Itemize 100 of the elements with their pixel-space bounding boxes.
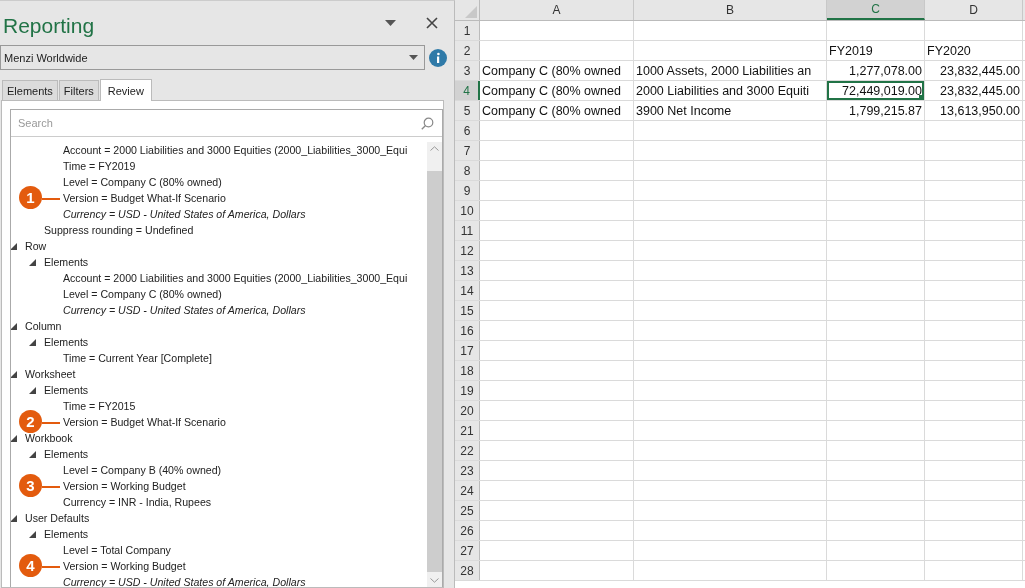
row-header[interactable]: 18 — [455, 361, 480, 380]
tree-item[interactable]: Elements — [44, 336, 89, 348]
row-header[interactable]: 14 — [455, 281, 480, 300]
tree-item[interactable]: Level = Company B (40% owned) — [63, 464, 222, 476]
row-header[interactable]: 10 — [455, 201, 480, 220]
row-header[interactable]: 20 — [455, 401, 480, 420]
leader-line — [42, 566, 60, 568]
tree-item[interactable]: Currency = USD - United States of America, Dollars — [63, 208, 306, 220]
expand-arrow-icon[interactable] — [29, 338, 36, 346]
table-cell[interactable]: 1,277,078.00 — [827, 61, 924, 80]
tree-item[interactable]: Column — [25, 320, 62, 332]
caret-icon — [409, 55, 418, 60]
close-icon[interactable] — [426, 17, 438, 29]
tree-item[interactable]: Account = 2000 Liabilities and 3000 Equities (2000_Liabilities_3000_Equi — [63, 144, 408, 156]
row-header[interactable]: 16 — [455, 321, 480, 340]
expand-arrow-icon[interactable] — [11, 322, 17, 330]
tree-item[interactable]: Time = FY2019 — [63, 160, 136, 172]
tree-item[interactable]: Elements — [44, 448, 89, 460]
tab[interactable]: Review — [99, 79, 152, 101]
row-header[interactable]: 24 — [455, 481, 480, 500]
tree-item[interactable]: User Defaults — [25, 512, 90, 524]
expand-arrow-icon[interactable] — [29, 258, 36, 266]
row-header[interactable]: 17 — [455, 341, 480, 360]
row-header[interactable]: 9 — [455, 181, 480, 200]
tree-item[interactable]: Version = Budget What-If Scenario — [63, 416, 226, 428]
search-field[interactable]: Search — [16, 116, 421, 130]
tree-item[interactable]: Version = Working Budget — [63, 480, 186, 492]
row-header[interactable]: 2 — [455, 41, 480, 60]
table-cell[interactable]: 23,832,445.00 — [925, 61, 1022, 80]
row-header[interactable]: 26 — [455, 521, 480, 540]
row-header[interactable]: 21 — [455, 421, 480, 440]
table-cell[interactable]: 72,449,019.00 — [827, 81, 924, 100]
tree-item[interactable]: Elements — [44, 384, 89, 396]
leader-line — [42, 486, 60, 488]
row-header[interactable]: 13 — [455, 261, 480, 280]
tree-item[interactable]: Level = Total Company — [63, 544, 171, 556]
table-cell[interactable]: 1000 Assets, 2000 Liabilities an — [634, 61, 826, 80]
tab[interactable]: Filters — [58, 80, 99, 100]
table-cell[interactable]: FY2020 — [925, 41, 1022, 60]
tree-item[interactable]: Level = Company C (80% owned) — [63, 176, 222, 188]
row-header[interactable]: 3 — [455, 61, 480, 80]
expand-arrow-icon[interactable] — [11, 514, 17, 522]
source-dropdown[interactable]: Menzi Worldwide — [0, 45, 425, 70]
column-header[interactable]: D — [925, 0, 1023, 20]
tree-item[interactable]: Version = Working Budget — [63, 560, 186, 572]
row-header[interactable]: 1 — [455, 21, 480, 40]
table-cell[interactable]: 2000 Liabilities and 3000 Equiti — [634, 81, 826, 100]
expand-arrow-icon[interactable] — [11, 434, 17, 442]
table-cell[interactable]: Company C (80% owned — [480, 81, 633, 100]
expand-arrow-icon[interactable] — [11, 370, 17, 378]
expand-arrow-icon[interactable] — [29, 450, 36, 458]
row-header[interactable]: 19 — [455, 381, 480, 400]
row-header[interactable]: 5 — [455, 101, 480, 120]
tree-item[interactable]: Row — [25, 240, 47, 252]
tree-item[interactable]: Version = Budget What-If Scenario — [63, 192, 226, 204]
table-cell[interactable]: 3900 Net Income — [634, 101, 826, 120]
tree-item[interactable]: Currency = USD - United States of America, Dollars — [63, 304, 306, 316]
tree-item[interactable]: Time = FY2015 — [63, 400, 136, 412]
row-header[interactable]: 22 — [455, 441, 480, 460]
expand-arrow-icon[interactable] — [29, 386, 36, 394]
leader-line — [42, 422, 60, 424]
tree-item[interactable]: Time = Current Year [Complete] — [63, 352, 212, 364]
dropdown-caret-icon[interactable] — [385, 20, 396, 26]
expand-arrow-icon[interactable] — [11, 242, 17, 250]
column-header[interactable]: A — [480, 0, 634, 20]
callout-badge: 3 — [19, 474, 42, 497]
row-header[interactable]: 28 — [455, 561, 480, 580]
row-header[interactable]: 4 — [455, 81, 480, 100]
pane-title: Reporting — [3, 13, 96, 38]
info-icon[interactable] — [429, 48, 447, 67]
table-cell[interactable]: FY2019 — [827, 41, 924, 60]
row-header[interactable]: 12 — [455, 241, 480, 260]
tree-item[interactable]: Elements — [44, 528, 89, 540]
row-header[interactable]: 25 — [455, 501, 480, 520]
row-header[interactable]: 6 — [455, 121, 480, 140]
tree-item[interactable]: Level = Company C (80% owned) — [63, 288, 222, 300]
search-icon — [421, 116, 434, 130]
table-cell[interactable]: Company C (80% owned — [480, 101, 633, 120]
tree-item[interactable]: Account = 2000 Liabilities and 3000 Equities (2000_Liabilities_3000_Equi — [63, 272, 408, 284]
tree-item[interactable]: Workbook — [25, 432, 73, 444]
callout-badge: 2 — [19, 410, 42, 433]
column-header[interactable]: C — [827, 0, 925, 20]
tab[interactable]: Elements — [2, 80, 58, 100]
table-cell[interactable]: 13,613,950.00 — [925, 101, 1022, 120]
tree-item[interactable]: Currency = INR - India, Rupees — [63, 496, 212, 508]
row-header[interactable]: 23 — [455, 461, 480, 480]
callout-badge: 1 — [19, 186, 42, 209]
tree-item[interactable]: Suppress rounding = Undefined — [44, 224, 194, 236]
row-header[interactable]: 11 — [455, 221, 480, 240]
leader-line — [42, 198, 60, 200]
row-header[interactable]: 7 — [455, 141, 480, 160]
expand-arrow-icon[interactable] — [29, 530, 36, 538]
tree-item[interactable]: Elements — [44, 256, 89, 268]
table-cell[interactable]: Company C (80% owned — [480, 61, 633, 80]
tree-item[interactable]: Worksheet — [25, 368, 76, 380]
row-header[interactable]: 27 — [455, 541, 480, 560]
row-header[interactable]: 8 — [455, 161, 480, 180]
table-cell[interactable]: 23,832,445.00 — [925, 81, 1022, 100]
row-header[interactable]: 15 — [455, 301, 480, 320]
table-cell[interactable]: 1,799,215.87 — [827, 101, 924, 120]
